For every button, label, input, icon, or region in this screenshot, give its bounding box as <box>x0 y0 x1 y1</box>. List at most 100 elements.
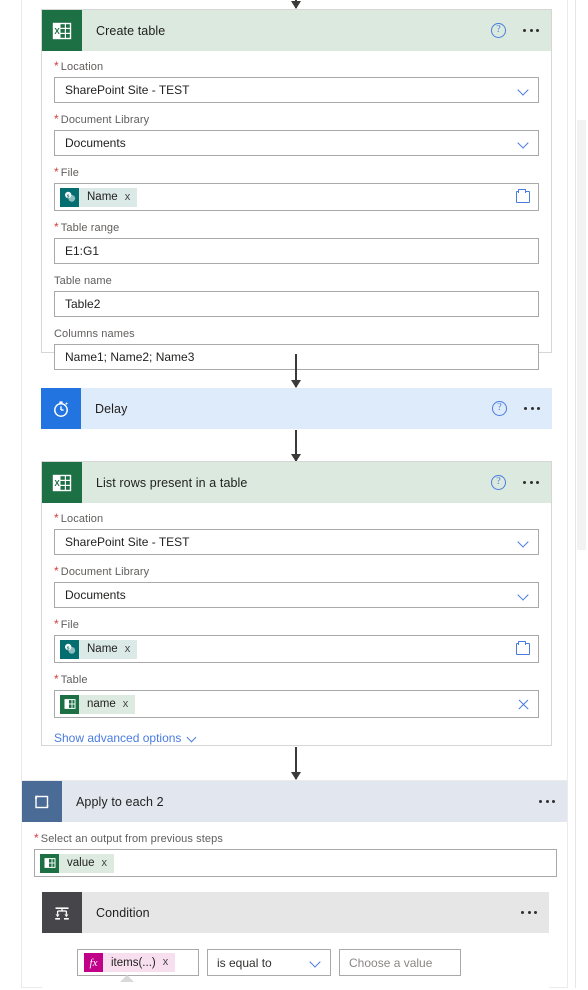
token-label: items(...) <box>111 956 156 969</box>
field-location: * Location SharePoint Site - TEST <box>54 59 539 103</box>
help-icon[interactable]: ? <box>492 401 507 416</box>
overflow-menu-icon[interactable] <box>523 403 541 414</box>
field-label-table-name: Table name <box>54 275 112 287</box>
action-card-condition[interactable]: Condition fx items(...) x is equal to Ch… <box>42 892 549 990</box>
card-header-apply-to-each-2[interactable]: Apply to each 2 <box>22 781 567 822</box>
connector-to-create-table <box>286 0 306 9</box>
token-remove-icon[interactable]: x <box>102 857 108 869</box>
table-name-input[interactable]: Table2 <box>54 291 539 317</box>
required-asterisk: * <box>54 564 59 578</box>
svg-text:X: X <box>54 27 60 36</box>
connector-delay-to-list-rows <box>286 430 306 462</box>
token-remove-icon[interactable]: x <box>125 191 131 203</box>
card-header-list-rows[interactable]: X List rows present in a table ? <box>42 462 551 503</box>
token-remove-icon[interactable]: x <box>163 957 169 968</box>
card-body-condition: fx items(...) x is equal to Choose a val… <box>42 933 549 982</box>
vertical-scrollbar[interactable] <box>575 0 588 988</box>
field-label-document-library: * Document Library <box>54 112 150 126</box>
required-asterisk: * <box>34 831 39 845</box>
table-input[interactable]: name x <box>54 690 539 718</box>
field-location: * Location SharePoint Site - TEST <box>54 511 539 555</box>
overflow-menu-icon[interactable] <box>520 907 538 918</box>
scope-rail-left <box>21 0 22 780</box>
action-card-delay[interactable]: Delay ? <box>41 388 552 429</box>
action-card-list-rows[interactable]: X List rows present in a table ? * Locat… <box>41 461 552 746</box>
field-table-range: * Table range E1:G1 <box>54 220 539 264</box>
field-label-file: * File <box>54 617 79 631</box>
overflow-menu-icon[interactable] <box>522 477 540 488</box>
condition-icon <box>42 892 82 933</box>
action-card-create-table[interactable]: X Create table ? * Location SharePoint S… <box>41 9 552 370</box>
chevron-down-icon <box>519 537 530 548</box>
token-sharepoint-name[interactable]: s Name x <box>60 187 138 207</box>
card-header-condition[interactable]: Condition <box>42 892 549 933</box>
flow-canvas: X Create table ? * Location SharePoint S… <box>0 0 588 990</box>
location-dropdown[interactable]: SharePoint Site - TEST <box>54 77 539 103</box>
sharepoint-icon: s <box>60 187 79 207</box>
field-label-location: * Location <box>54 59 104 73</box>
scope-apply-to-each-2[interactable]: Apply to each 2 * Select an output from … <box>21 780 568 990</box>
card-header-create-table[interactable]: X Create table ? <box>42 10 551 51</box>
excel-icon <box>40 853 59 873</box>
field-label-table-range: * Table range <box>54 220 120 234</box>
token-label: name <box>87 698 116 710</box>
fx-label: fx <box>89 956 98 969</box>
token-expression-items[interactable]: fx items(...) x <box>84 953 176 972</box>
select-output-input[interactable]: value x <box>34 849 557 877</box>
chevron-down-icon <box>519 85 530 96</box>
help-icon[interactable]: ? <box>491 23 506 38</box>
scrollbar-thumb[interactable] <box>577 120 586 550</box>
loop-icon <box>22 781 62 822</box>
field-label-file: * File <box>54 165 79 179</box>
document-library-dropdown[interactable]: Documents <box>54 130 539 156</box>
overflow-menu-icon[interactable] <box>538 796 556 807</box>
field-label-location: * Location <box>54 511 104 525</box>
stopwatch-icon <box>41 388 81 429</box>
token-excel-name[interactable]: name x <box>60 694 136 714</box>
clear-field-icon[interactable] <box>517 698 530 711</box>
token-sharepoint-name[interactable]: s Name x <box>60 639 138 659</box>
connector-create-table-to-delay <box>286 354 306 388</box>
scope-rail-right <box>567 0 568 780</box>
required-asterisk: * <box>54 165 59 179</box>
token-remove-icon[interactable]: x <box>123 698 129 710</box>
field-table-name: Table name Table2 <box>54 275 539 317</box>
field-file: * File s Name x <box>54 617 539 663</box>
card-title-delay: Delay <box>95 401 128 416</box>
field-file: * File s Name x <box>54 165 539 211</box>
token-label: Name <box>87 643 118 655</box>
field-document-library: * Document Library Documents <box>54 564 539 608</box>
condition-operator-dropdown[interactable]: is equal to <box>207 949 331 976</box>
condition-value-placeholder: Choose a value <box>349 955 433 970</box>
field-table: * Table name x <box>54 672 539 718</box>
field-document-library: * Document Library Documents <box>54 112 539 156</box>
folder-picker-icon[interactable] <box>516 188 530 203</box>
condition-value-input[interactable]: Choose a value <box>339 949 461 976</box>
table-range-input[interactable]: E1:G1 <box>54 238 539 264</box>
file-input[interactable]: s Name x <box>54 635 539 663</box>
show-advanced-options-label: Show advanced options <box>54 731 182 745</box>
file-input[interactable]: s Name x <box>54 183 539 211</box>
connector-list-rows-to-apply-to-each <box>286 747 306 780</box>
field-label-document-library: * Document Library <box>54 564 150 578</box>
required-asterisk: * <box>54 220 59 234</box>
folder-picker-icon[interactable] <box>516 640 530 655</box>
overflow-menu-icon[interactable] <box>522 25 540 36</box>
chevron-down-icon <box>519 138 530 149</box>
token-remove-icon[interactable]: x <box>125 643 131 655</box>
location-dropdown[interactable]: SharePoint Site - TEST <box>54 529 539 555</box>
condition-caret-icon <box>120 975 134 982</box>
document-library-dropdown[interactable]: Documents <box>54 582 539 608</box>
token-excel-value[interactable]: value x <box>40 853 114 873</box>
condition-operand-input[interactable]: fx items(...) x <box>77 949 199 976</box>
svg-text:X: X <box>54 479 60 488</box>
card-header-delay[interactable]: Delay ? <box>41 388 552 429</box>
chevron-down-icon <box>188 733 199 744</box>
card-body-list-rows: * Location SharePoint Site - TEST * Docu… <box>42 503 551 759</box>
help-icon[interactable]: ? <box>491 475 506 490</box>
required-asterisk: * <box>54 511 59 525</box>
sharepoint-icon: s <box>60 639 79 659</box>
field-label-table: * Table <box>54 672 88 686</box>
svg-text:s: s <box>66 194 69 200</box>
show-advanced-options-link[interactable]: Show advanced options <box>54 731 539 745</box>
